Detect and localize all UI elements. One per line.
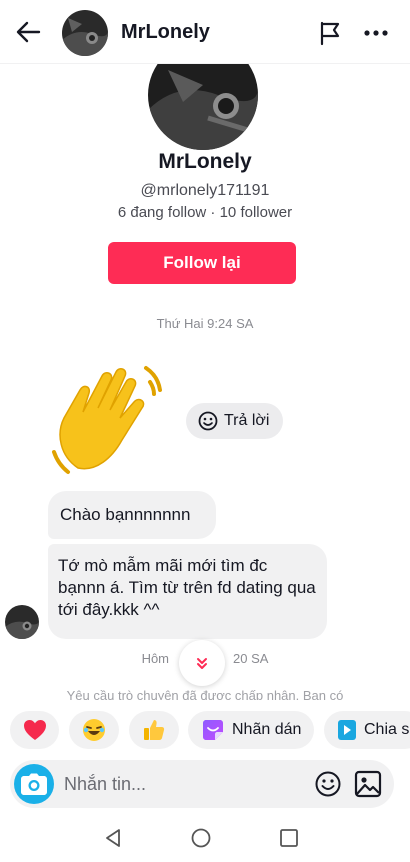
sticker-label: Nhãn dán — [232, 721, 302, 738]
more-options-icon[interactable] — [362, 19, 390, 47]
back-arrow-icon[interactable] — [14, 18, 42, 46]
laughing-face-icon — [83, 719, 105, 741]
message-timestamp: Thứ Hai 9:24 SA — [156, 316, 254, 331]
follow-back-button[interactable]: Follow lại — [108, 242, 296, 284]
quick-heart-button[interactable] — [10, 711, 59, 749]
sender-avatar[interactable] — [5, 605, 39, 639]
profile-avatar[interactable] — [148, 64, 258, 150]
camera-button[interactable] — [14, 764, 54, 804]
profile-handle: @mrlonely171191 — [140, 182, 270, 199]
reply-label: Trả lời — [224, 412, 270, 429]
camera-icon — [21, 773, 47, 795]
message-composer — [10, 760, 394, 808]
nav-recent-apps-icon[interactable] — [280, 829, 298, 847]
nav-home-icon[interactable] — [191, 828, 211, 848]
waving-hand-sticker[interactable] — [50, 360, 170, 478]
sticker-button[interactable]: Nhãn dán — [188, 711, 314, 749]
profile-name: MrLonely — [158, 150, 252, 173]
chat-request-notice: Yêu cầu trò chuyện đã được chấp nhận. Bạ… — [66, 688, 344, 700]
image-gallery-icon[interactable] — [354, 770, 382, 798]
header-avatar[interactable] — [62, 10, 108, 56]
chat-header: MrLonely — [0, 0, 410, 64]
sticker-icon — [203, 720, 223, 740]
system-navigation-bar — [0, 812, 410, 862]
header-username[interactable]: MrLonely — [121, 21, 210, 44]
heart-icon — [23, 720, 46, 740]
profile-stats: 6 đang follow · 10 follower — [117, 204, 293, 221]
timestamp-2-right: 20 SA — [233, 651, 269, 666]
share-video-icon — [338, 720, 356, 740]
double-chevron-down-icon — [197, 658, 207, 669]
timestamp-2-left: Hôm — [141, 651, 170, 666]
message-input[interactable] — [64, 768, 304, 800]
flag-icon[interactable] — [316, 19, 344, 47]
quick-thumbs-up-button[interactable] — [129, 711, 179, 749]
share-button[interactable]: Chia s — [324, 711, 410, 749]
quick-reply-bar: Nhãn dán Chia s — [0, 700, 410, 758]
chat-scroll-area[interactable]: MrLonely @mrlonely171191 6 đang follow ·… — [0, 64, 410, 700]
share-label: Chia s — [364, 721, 410, 738]
message-bubble[interactable]: Tớ mò mẫm mãi mới tìm đc bạnnn á. Tìm từ… — [48, 544, 327, 639]
smiley-icon — [198, 411, 218, 431]
thumbs-up-icon — [144, 720, 165, 740]
scroll-to-bottom-button[interactable] — [179, 640, 225, 686]
reply-button[interactable]: Trả lời — [186, 403, 283, 439]
message-bubble[interactable]: Chào bạnnnnnnn — [48, 491, 216, 539]
nav-back-icon[interactable] — [103, 828, 123, 848]
quick-laugh-button[interactable] — [69, 711, 119, 749]
emoji-icon[interactable] — [314, 770, 342, 798]
